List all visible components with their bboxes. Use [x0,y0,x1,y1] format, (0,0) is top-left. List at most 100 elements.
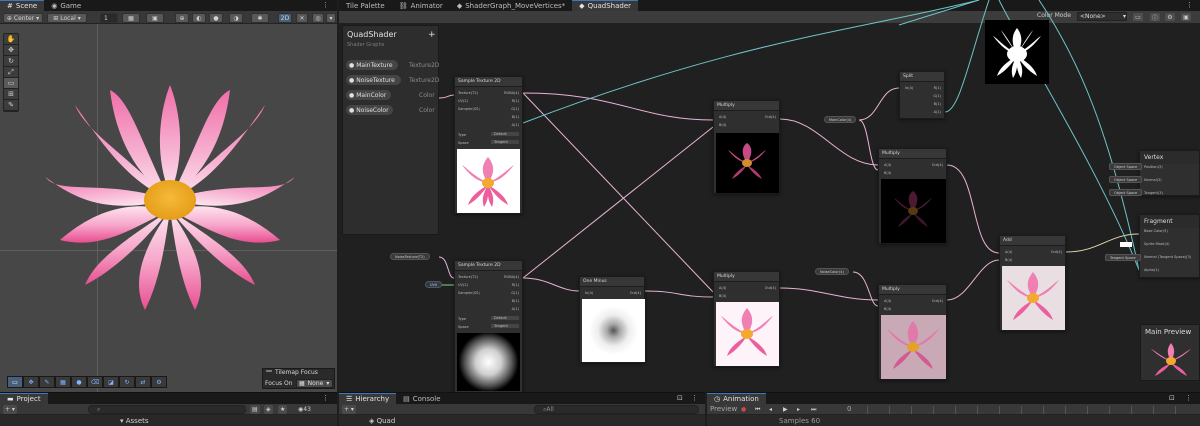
port-tangent[interactable]: Tangent(3) [1144,191,1163,195]
add-node[interactable]: Add A(4) B(4) Out(4) [999,235,1066,331]
more-options-icon[interactable]: ⋮ [691,394,698,402]
port-r[interactable]: R(1) [934,86,941,90]
filter-icon[interactable]: ▤ [250,405,260,414]
fill-icon[interactable]: ◪ [104,377,118,387]
port-r[interactable]: R(1) [512,99,519,103]
port-b[interactable]: B(4) [719,294,726,298]
port-a[interactable]: A(4) [719,286,726,290]
port-a[interactable]: A(1) [512,307,519,311]
lotus-sprite[interactable] [35,75,305,315]
port-a[interactable]: A(4) [884,163,891,167]
noisecolor-node[interactable]: NoiseColor(4) [815,268,849,275]
tab-project[interactable]: ▬ Project [0,393,48,404]
port-texture[interactable]: Texture(T2) [458,275,478,279]
lock-icon[interactable]: ⊡ [677,394,683,402]
paint-brush-icon[interactable]: ✎ [40,377,54,387]
multiply-node-4[interactable]: Multiply A(4) B(4) Out(4) [878,284,947,380]
port-normal[interactable]: Normal(3) [1144,178,1162,182]
port-alpha[interactable]: Alpha(1) [1144,268,1159,272]
record-icon[interactable]: ● [739,405,748,414]
view-tool-icon[interactable]: ✋ [4,34,18,44]
port-a[interactable]: A(4) [719,115,726,119]
port-b[interactable]: B(4) [884,171,891,175]
port-base-color[interactable]: Base Color(3) [1144,229,1168,233]
mode-2d-toggle[interactable]: 2D [278,13,292,23]
sample-texture-node-2[interactable]: Sample Texture 2D Texture(T2) UV(2) Samp… [454,260,523,392]
split-node[interactable]: Split In(4) R(1) G(1) B(1) A(1) [899,71,945,119]
port-a[interactable]: A(1) [934,110,941,114]
multiply-node-3[interactable]: Multiply A(4) B(4) Out(4) [878,148,947,244]
port-g[interactable]: G(1) [511,291,519,295]
property-noisetexture[interactable]: ● NoiseTexture [346,75,401,85]
port-b[interactable]: B(1) [512,299,519,303]
gizmos-icon[interactable]: ✱ [251,13,269,23]
preview-toggle[interactable]: Preview [710,405,737,413]
object-space-pill[interactable]: Object Space [1109,176,1143,183]
port-b[interactable]: B(4) [719,123,726,127]
fragment-context[interactable]: Fragment Base Color(3) Sprite Mask(4) No… [1139,214,1200,278]
last-frame-icon[interactable]: ⏭ [809,405,818,414]
vertex-context[interactable]: Vertex Position(3) Normal(3) Tangent(3) [1139,150,1200,196]
audio-icon[interactable]: ◑ [229,13,243,23]
port-out[interactable]: Out(4) [932,163,943,167]
eraser-icon[interactable]: ⌫ [88,377,102,387]
current-frame[interactable]: 0 [847,405,851,413]
flip-icon[interactable]: ⇄ [136,377,150,387]
object-space-pill[interactable]: Object Space [1109,189,1143,196]
port-sampler[interactable]: Sampler(SS) [458,107,480,111]
select-icon[interactable]: ▭ [8,377,22,387]
scale-tool-icon[interactable]: ⤢ [4,67,18,77]
pivot-mode-dropdown[interactable]: ⊕ Center ▾ [3,13,43,23]
star-icon[interactable]: ★ [278,405,288,414]
camera-icon[interactable]: ◎ [312,13,324,23]
port-rgba[interactable]: RGBA(4) [504,91,519,95]
port-uv[interactable]: UV(2) [458,99,468,103]
port-sprite-mask[interactable]: Sprite Mask(4) [1144,242,1169,246]
port-b[interactable]: B(4) [884,307,891,311]
type-dropdown[interactable]: Default [491,316,519,320]
more-options-icon[interactable]: ⋮ [1185,394,1192,402]
lighting-icon[interactable]: ● [209,13,223,23]
port-normal-tangent[interactable]: Normal (Tangent Space)(3) [1144,255,1191,259]
port-b[interactable]: B(1) [934,102,941,106]
tab-hierarchy[interactable]: ☰ Hierarchy [339,393,397,404]
play-icon[interactable]: ▶ [781,405,790,414]
port-in[interactable]: In(4) [585,291,593,295]
tab-scene[interactable]: # Scene [0,0,45,11]
hierarchy-item-quad[interactable]: ◈ Quad [369,417,395,425]
tab-animation[interactable]: ◷ Animation [707,393,766,404]
shading-icon[interactable]: ◐ [192,13,206,23]
more-options-icon[interactable]: ⋮ [322,394,329,402]
maincolor-node[interactable]: MainColor(4) [824,116,857,123]
tangent-space-pill[interactable]: Tangent Space [1105,254,1141,261]
snap-increment-button[interactable]: ▣ [146,13,164,23]
lock-icon[interactable]: ⊡ [1169,394,1175,402]
first-frame-icon[interactable]: ⏮ [753,405,762,414]
port-g[interactable]: G(1) [511,107,519,111]
hierarchy-search-input[interactable]: ⌕ All [534,405,699,414]
grid-snap-button[interactable]: ▦ [122,13,140,23]
sprite-mask-swatch[interactable] [1120,242,1132,247]
settings-icon[interactable]: ⚙ [152,377,166,387]
draw-mode-icon[interactable]: ⊕ [175,13,189,23]
rotate-tool-icon[interactable]: ↻ [4,56,18,66]
box-fill-icon[interactable]: ▦ [56,377,70,387]
layers-icon[interactable]: ▾ [326,13,336,23]
multiply-node-2[interactable]: Multiply A(4) B(4) Out(4) [713,271,780,367]
prev-frame-icon[interactable]: ◂ [767,405,774,414]
port-position[interactable]: Position(3) [1144,165,1163,169]
overlay-handle[interactable] [266,370,272,372]
hidden-count[interactable]: ◉ 43 [296,405,313,414]
property-maintexture[interactable]: ● MainTexture [346,60,398,70]
next-frame-icon[interactable]: ▸ [795,405,802,414]
rect-tool-icon[interactable]: ▭ [4,78,18,88]
add-property-button[interactable]: + [428,30,436,40]
samples-field[interactable]: Samples 60 [779,417,820,425]
port-sampler[interactable]: Sampler(SS) [458,291,480,295]
grid-size-field[interactable]: 1 [100,13,118,23]
port-r[interactable]: R(1) [512,283,519,287]
move-tool-icon[interactable]: ✥ [4,45,18,55]
port-uv[interactable]: UV(2) [458,283,468,287]
uv-pill[interactable]: UV0 [425,281,443,288]
port-out[interactable]: Out(4) [765,286,776,290]
